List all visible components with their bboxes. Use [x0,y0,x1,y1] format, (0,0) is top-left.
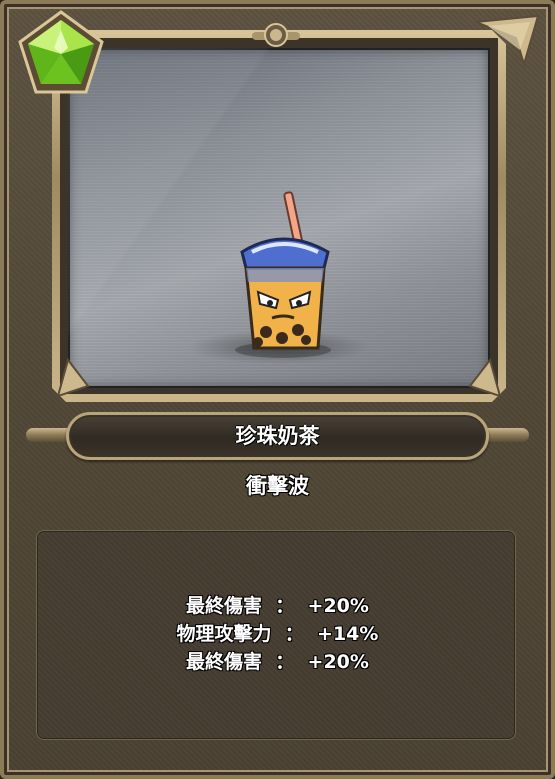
stat-line: 最終傷害 ： +20% [0,592,555,620]
stat-separator: ： [275,651,295,673]
name-banner: 珍珠奶茶 [26,408,529,464]
skill-name: 衝擊波 [246,474,309,498]
stat-separator: ： [284,623,304,645]
frame-top-ornament [252,23,300,47]
name-plate: 珍珠奶茶 [66,412,489,460]
stat-label: 物理攻擊力 [176,623,272,645]
stat-line: 最終傷害 ： +20% [0,648,555,676]
stat-value: +20% [307,651,369,673]
bubble-tea-monster-icon [235,191,331,358]
stat-value: +20% [307,595,369,617]
rarity-gem-icon [18,10,104,94]
frame-corner-ornament [475,14,540,68]
card-name: 珍珠奶茶 [235,424,320,448]
stat-separator: ： [275,595,295,617]
stat-value: +14% [317,623,379,645]
frame-corner-ornament [468,357,500,396]
stat-label: 最終傷害 [186,595,263,617]
stat-label: 最終傷害 [186,651,263,673]
stat-line: 物理攻擊力 ： +14% [0,620,555,648]
frame-corner-ornament [58,357,90,396]
